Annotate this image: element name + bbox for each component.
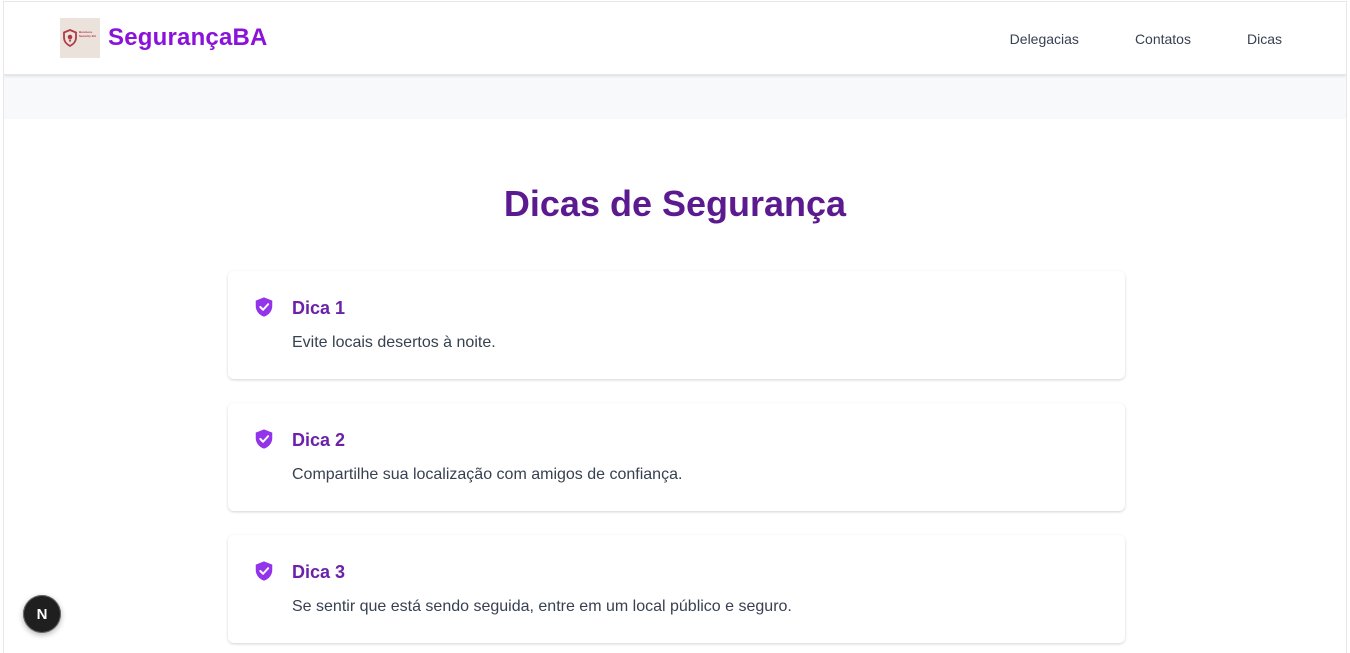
tip-card: Dica 3 Se sentir que está sendo seguida,…: [228, 535, 1125, 643]
tip-text: Evite locais desertos à noite.: [292, 334, 496, 351]
shield-check-icon: [255, 561, 273, 581]
app-frame: Business Security BA SegurançaBA Delegac…: [3, 1, 1347, 653]
main-content: Dicas de Segurança Dica 1 Evite locais d…: [4, 119, 1346, 643]
tip-text: Se sentir que está sendo seguida, entre …: [292, 598, 792, 615]
header-spacer: [4, 75, 1346, 119]
tips-list: Dica 1 Evite locais desertos à noite. Di…: [228, 271, 1125, 653]
nav-link-delegacias[interactable]: Delegacias: [1010, 31, 1079, 47]
shield-logo-icon: [63, 29, 77, 47]
logo: Business Security BA: [60, 18, 100, 58]
brand-link[interactable]: Business Security BA SegurançaBA: [60, 18, 268, 58]
nav-link-dicas[interactable]: Dicas: [1247, 31, 1282, 47]
dev-tools-badge-label: N: [36, 605, 48, 623]
brand-name: SegurançaBA: [108, 24, 268, 51]
nav-links: Delegacias Contatos Dicas: [954, 2, 1282, 75]
tip-title: Dica 1: [292, 298, 346, 318]
navbar: Business Security BA SegurançaBA Delegac…: [4, 2, 1346, 75]
tip-title: Dica 3: [292, 562, 346, 582]
tip-card: Dica 1 Evite locais desertos à noite.: [228, 271, 1125, 379]
logo-text: Business Security BA: [79, 30, 97, 38]
tip-title: Dica 2: [292, 430, 346, 450]
shield-check-icon: [255, 429, 273, 449]
nav-link-contatos[interactable]: Contatos: [1135, 31, 1191, 47]
tip-card: Dica 2 Compartilhe sua localização com a…: [228, 403, 1125, 511]
shield-check-icon: [255, 297, 273, 317]
dev-tools-badge[interactable]: N: [23, 595, 61, 633]
page-title: Dicas de Segurança: [503, 183, 847, 224]
tip-text: Compartilhe sua localização com amigos d…: [292, 466, 683, 483]
